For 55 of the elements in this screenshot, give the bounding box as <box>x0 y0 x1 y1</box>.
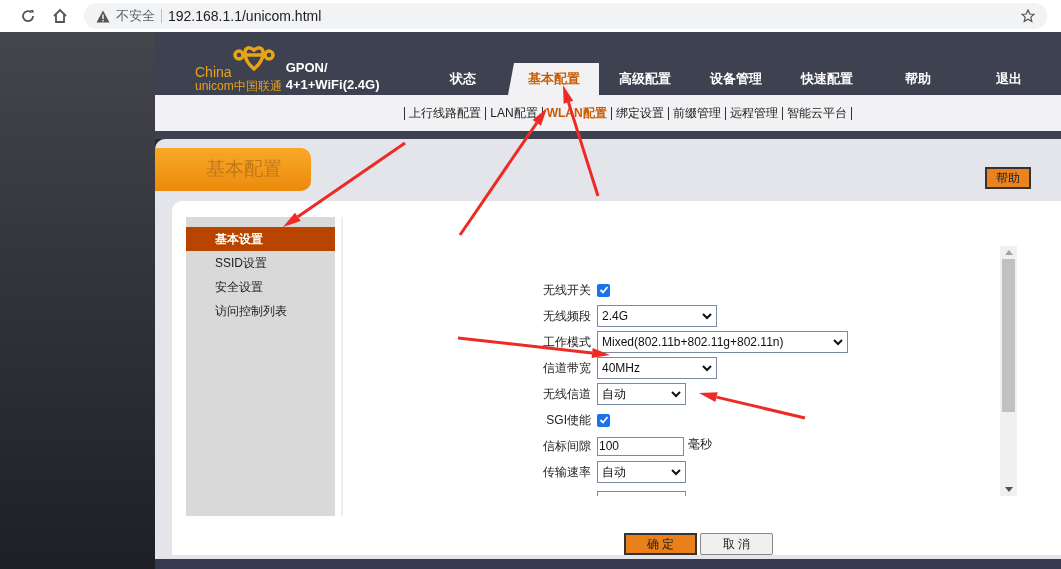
select-field[interactable]: Mixed(802.11b+802.11g+802.11n) <box>597 331 848 353</box>
chevron-down-icon <box>671 468 681 476</box>
select-field[interactable]: 自动 <box>597 461 686 483</box>
nav-tab[interactable]: 高级配置 <box>599 63 690 95</box>
field-label: SGI使能 <box>545 412 591 429</box>
url-text: 192.168.1.1/unicom.html <box>168 6 323 26</box>
sub-nav-link[interactable]: 前缀管理 <box>668 104 725 122</box>
chevron-down-icon <box>833 338 843 346</box>
field-label: 信道带宽 <box>542 360 591 377</box>
sub-nav-link[interactable]: 远程管理 <box>725 104 782 122</box>
sub-nav-link[interactable]: 智能云平台 <box>782 104 851 122</box>
reload-icon[interactable] <box>20 8 36 24</box>
input-field[interactable]: 100 <box>597 436 684 456</box>
cancel-button[interactable]: 取 消 <box>700 533 773 555</box>
select-field[interactable]: 40MHz <box>597 357 717 379</box>
select-field[interactable]: 2.4G <box>597 305 717 327</box>
sub-nav-link[interactable]: 上行线路配置 <box>405 104 486 122</box>
sidebar-item[interactable]: SSID设置 <box>186 251 335 275</box>
field-label: 信标间隙 <box>542 438 591 455</box>
field-label: 无线频段 <box>542 308 591 325</box>
chevron-down-icon <box>702 364 712 372</box>
help-button[interactable]: 帮助 <box>985 167 1031 189</box>
sidebar-item[interactable]: 安全设置 <box>186 275 335 299</box>
security-label: 不安全 <box>116 7 155 26</box>
chevron-down-icon <box>671 390 681 398</box>
checkbox[interactable] <box>597 413 610 427</box>
sub-nav-link[interactable]: 绑定设置 <box>611 104 668 122</box>
checkbox[interactable] <box>597 283 610 297</box>
field-label: 传输速率 <box>542 464 591 481</box>
scrollbar[interactable] <box>1000 246 1017 496</box>
confirm-button[interactable]: 确 定 <box>624 533 697 555</box>
nav-tab[interactable]: 帮助 <box>872 63 963 95</box>
nav-tab[interactable]: 退出 <box>963 63 1054 95</box>
nav-tab[interactable]: 状态 <box>417 63 508 95</box>
model-name: 4+1+WiFi(2.4G) <box>285 76 380 93</box>
field-label: 无线信道 <box>542 386 591 403</box>
field-label: 无线开关 <box>542 282 591 299</box>
sub-nav-link[interactable]: LAN配置 <box>486 104 542 122</box>
sidebar-item[interactable]: 基本设置 <box>186 227 335 251</box>
nav-tab[interactable]: 设备管理 <box>690 63 781 95</box>
model-name: GPON/ <box>285 59 329 76</box>
unit-label: 毫秒 <box>688 436 712 453</box>
home-icon[interactable] <box>52 8 68 24</box>
warning-icon <box>96 9 110 23</box>
logo-text: unicom中国联通 <box>195 79 282 93</box>
field-label: 工作模式 <box>542 334 591 351</box>
nav-tab[interactable]: 快速配置 <box>781 63 872 95</box>
logo-text: China <box>195 66 232 79</box>
sidebar-item[interactable]: 访问控制列表 <box>186 299 335 323</box>
select-field[interactable]: 自动 <box>597 383 686 405</box>
chevron-down-icon <box>702 312 712 320</box>
nav-tab[interactable]: 基本配置 <box>508 63 599 95</box>
address-bar[interactable]: 不安全 192.168.1.1/unicom.html <box>84 3 1047 29</box>
scroll-down-icon[interactable] <box>1004 487 1013 492</box>
star-icon[interactable] <box>1021 9 1035 23</box>
